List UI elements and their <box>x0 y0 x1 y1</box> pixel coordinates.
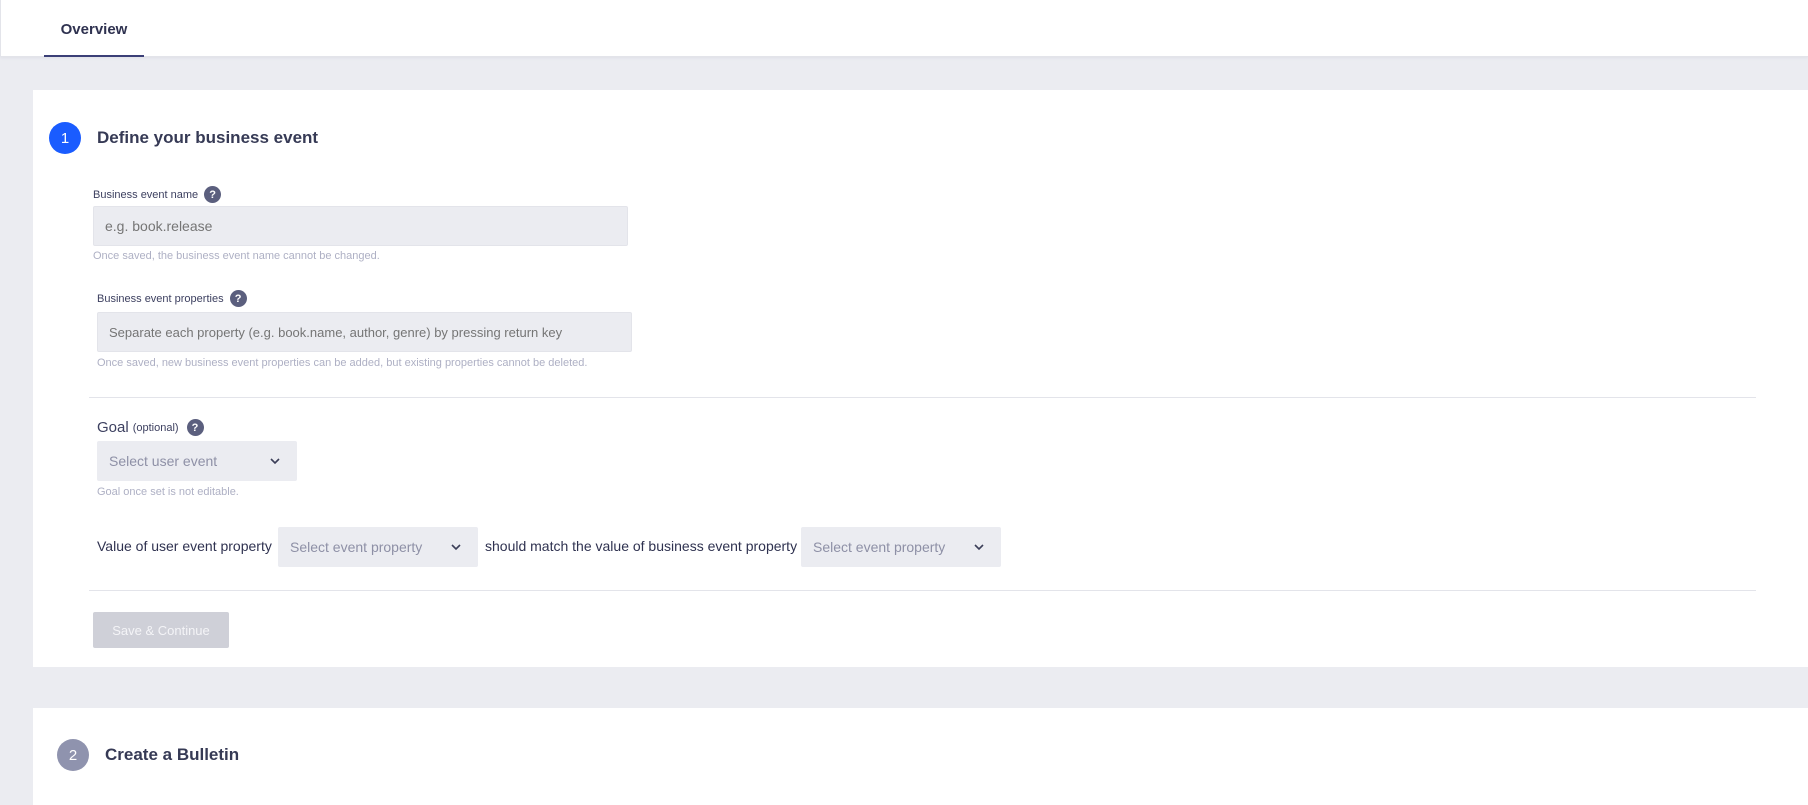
step-1-number: 1 <box>49 122 81 154</box>
chevron-down-icon <box>974 544 984 551</box>
event-properties-label: Business event properties ? <box>97 290 247 307</box>
step-1-card: 1 Define your business event Business ev… <box>33 90 1808 667</box>
goal-label-text: Goal <box>97 419 129 436</box>
event-name-hint: Once saved, the business event name cann… <box>93 250 380 262</box>
chevron-down-icon <box>451 544 461 551</box>
section-divider <box>89 590 1756 591</box>
goal-user-event-select[interactable]: Select user event <box>97 441 297 481</box>
match-prefix-text: Value of user event property <box>97 538 272 554</box>
event-properties-input[interactable] <box>97 312 632 352</box>
goal-select-value: Select user event <box>109 453 218 469</box>
match-middle-text: should match the value of business event… <box>485 538 798 554</box>
goal-hint: Goal once set is not editable. <box>97 486 239 498</box>
top-tab-bar: Overview <box>0 0 1808 57</box>
business-event-property-select[interactable]: Select event property <box>801 527 1001 567</box>
event-properties-hint: Once saved, new business event propertie… <box>97 357 588 369</box>
help-icon[interactable]: ? <box>186 419 204 436</box>
event-name-label-text: Business event name <box>93 188 199 201</box>
goal-optional-text: (optional) <box>132 421 179 434</box>
help-icon[interactable]: ? <box>204 186 222 203</box>
business-property-select-value: Select event property <box>813 539 946 555</box>
user-event-property-select[interactable]: Select event property <box>278 527 478 567</box>
step-2-number: 2 <box>57 739 89 771</box>
chevron-down-icon <box>270 458 280 465</box>
step-2-card: 2 Create a Bulletin <box>33 708 1808 805</box>
step-1-title: Define your business event <box>97 128 319 147</box>
event-name-label: Business event name ? <box>93 186 222 203</box>
step-2-title[interactable]: Create a Bulletin <box>105 745 239 765</box>
user-property-select-value: Select event property <box>290 539 423 555</box>
event-properties-label-text: Business event properties <box>97 292 224 305</box>
help-icon[interactable]: ? <box>229 290 247 307</box>
goal-label: Goal (optional) ? <box>97 419 204 436</box>
event-name-input[interactable] <box>93 206 628 246</box>
section-divider <box>89 397 1756 398</box>
tab-overview[interactable]: Overview <box>44 0 144 57</box>
save-continue-button[interactable]: Save & Continue <box>93 612 229 648</box>
